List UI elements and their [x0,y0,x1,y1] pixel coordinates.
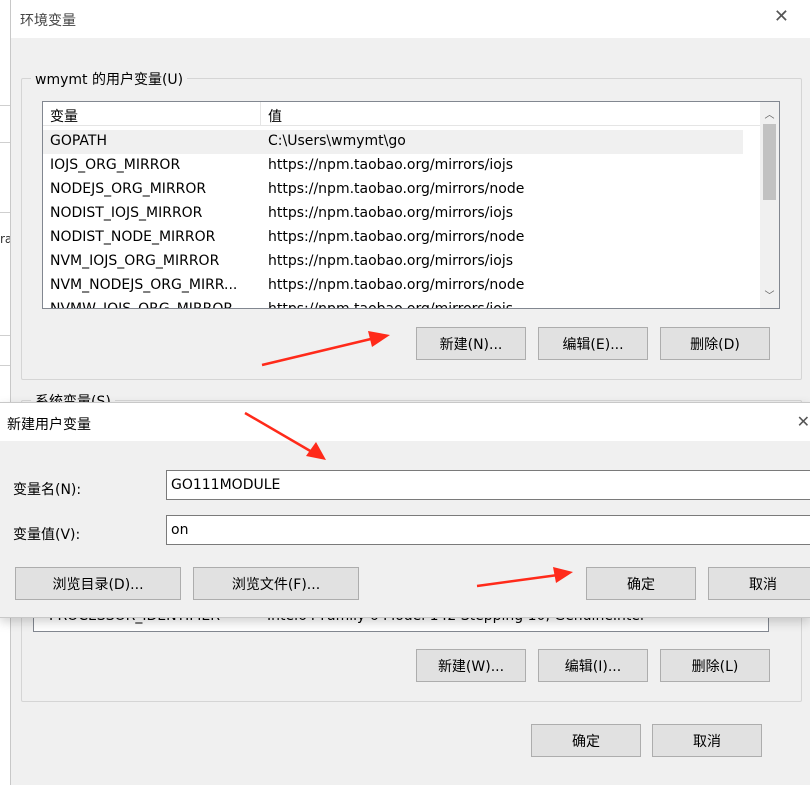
edit-system-variable-button[interactable]: 编辑(I)... [538,649,648,682]
variable-name: IOJS_ORG_MIRROR [50,157,181,173]
variable-name: NODEJS_ORG_MIRROR [50,181,207,197]
dialog-title: 新建用户变量 [7,417,91,433]
column-divider[interactable] [260,102,261,126]
background-divider [0,142,10,143]
variable-value: https://npm.taobao.org/mirrors/node [268,277,525,293]
variable-value: https://npm.taobao.org/mirrors/iojs [268,157,514,173]
variable-name: GOPATH [50,133,107,149]
table-row[interactable]: NVM_NODEJS_ORG_MIRR... https://npm.taoba… [43,274,743,298]
browse-file-button[interactable]: 浏览文件(F)... [193,567,359,600]
variable-name: NVM_IOJS_ORG_MIRROR [50,253,220,269]
new-system-variable-button[interactable]: 新建(W)... [416,649,526,682]
table-row[interactable]: NVM_IOJS_ORG_MIRROR https://npm.taobao.o… [43,250,743,274]
variable-name: NVM_NODEJS_ORG_MIRR... [50,277,238,293]
title-bar: 环境变量 ✕ [11,0,810,38]
title-bar: 新建用户变量 ✕ [0,403,810,441]
table-row[interactable]: GOPATH C:\Users\wmymt\go [43,130,743,154]
table-row[interactable]: NODIST_NODE_MIRROR https://npm.taobao.or… [43,226,743,250]
variable-value: https://npm.taobao.org/mirrors/node [268,181,525,197]
list-header: 变量 值 [43,102,779,126]
variable-value-field[interactable] [166,515,810,545]
user-variables-list[interactable]: 变量 值 GOPATH C:\Users\wmymt\go IOJS_ORG_M… [42,101,780,309]
variable-value: https://npm.taobao.org/mirrors/node [268,229,525,245]
scroll-up-icon[interactable]: ︿ [760,106,779,121]
edit-user-variable-button[interactable]: 编辑(E)... [538,327,648,360]
background-divider [0,365,10,366]
new-user-variable-dialog: 新建用户变量 ✕ 变量名(N): 变量值(V): 浏览目录(D)... 浏览文件… [0,402,810,618]
variable-name-field[interactable] [166,470,810,500]
ok-button[interactable]: 确定 [531,724,641,757]
scroll-down-icon[interactable]: ﹀ [760,287,779,302]
variable-value-label: 变量值(V): [13,527,81,543]
column-header-value[interactable]: 值 [268,106,282,126]
table-row[interactable]: NODIST_IOJS_MIRROR https://npm.taobao.or… [43,202,743,226]
user-variables-label: wmymt 的用户变量(U) [31,69,188,89]
table-row[interactable]: NVMW_IOJS_ORG_MIRROR https://npm.taobao.… [43,298,743,309]
scrollbar-thumb[interactable] [763,124,776,200]
new-user-variable-button[interactable]: 新建(N)... [416,327,526,360]
variable-name: NVMW_IOJS_ORG_MIRROR [50,301,234,309]
background-divider [0,335,10,336]
table-row[interactable]: IOJS_ORG_MIRROR https://npm.taobao.org/m… [43,154,743,178]
variable-value: https://npm.taobao.org/mirrors/iojs [268,253,514,269]
vertical-scrollbar[interactable]: ︿ ﹀ [760,102,779,308]
variable-name-label: 变量名(N): [13,482,82,498]
column-header-variable[interactable]: 变量 [50,106,78,126]
variable-value: https://npm.taobao.org/mirrors/iojs [268,205,514,221]
delete-system-variable-button[interactable]: 删除(L) [660,649,770,682]
cancel-button[interactable]: 取消 [708,567,810,600]
browse-directory-button[interactable]: 浏览目录(D)... [15,567,181,600]
dialog-title: 环境变量 [20,13,76,29]
delete-user-variable-button[interactable]: 删除(D) [660,327,770,360]
close-icon[interactable]: ✕ [797,412,810,431]
variable-value: https://npm.taobao.org/mirrors/iojs [268,301,514,309]
table-row[interactable]: NODEJS_ORG_MIRROR https://npm.taobao.org… [43,178,743,202]
background-divider [0,212,10,213]
system-variables-list[interactable]: PROCESSOR_IDENTIFIER Intel64 Family 6 Mo… [33,616,769,632]
background-divider [0,105,10,106]
ok-button[interactable]: 确定 [586,567,696,600]
variable-name: NODIST_NODE_MIRROR [50,229,216,245]
close-icon[interactable]: ✕ [774,8,789,26]
variable-value: C:\Users\wmymt\go [268,133,406,149]
cancel-button[interactable]: 取消 [652,724,762,757]
variable-name: NODIST_IOJS_MIRROR [50,205,203,221]
environment-variables-dialog: 环境变量 ✕ wmymt 的用户变量(U) 变量 值 GOPATH C:\Use… [10,0,810,785]
